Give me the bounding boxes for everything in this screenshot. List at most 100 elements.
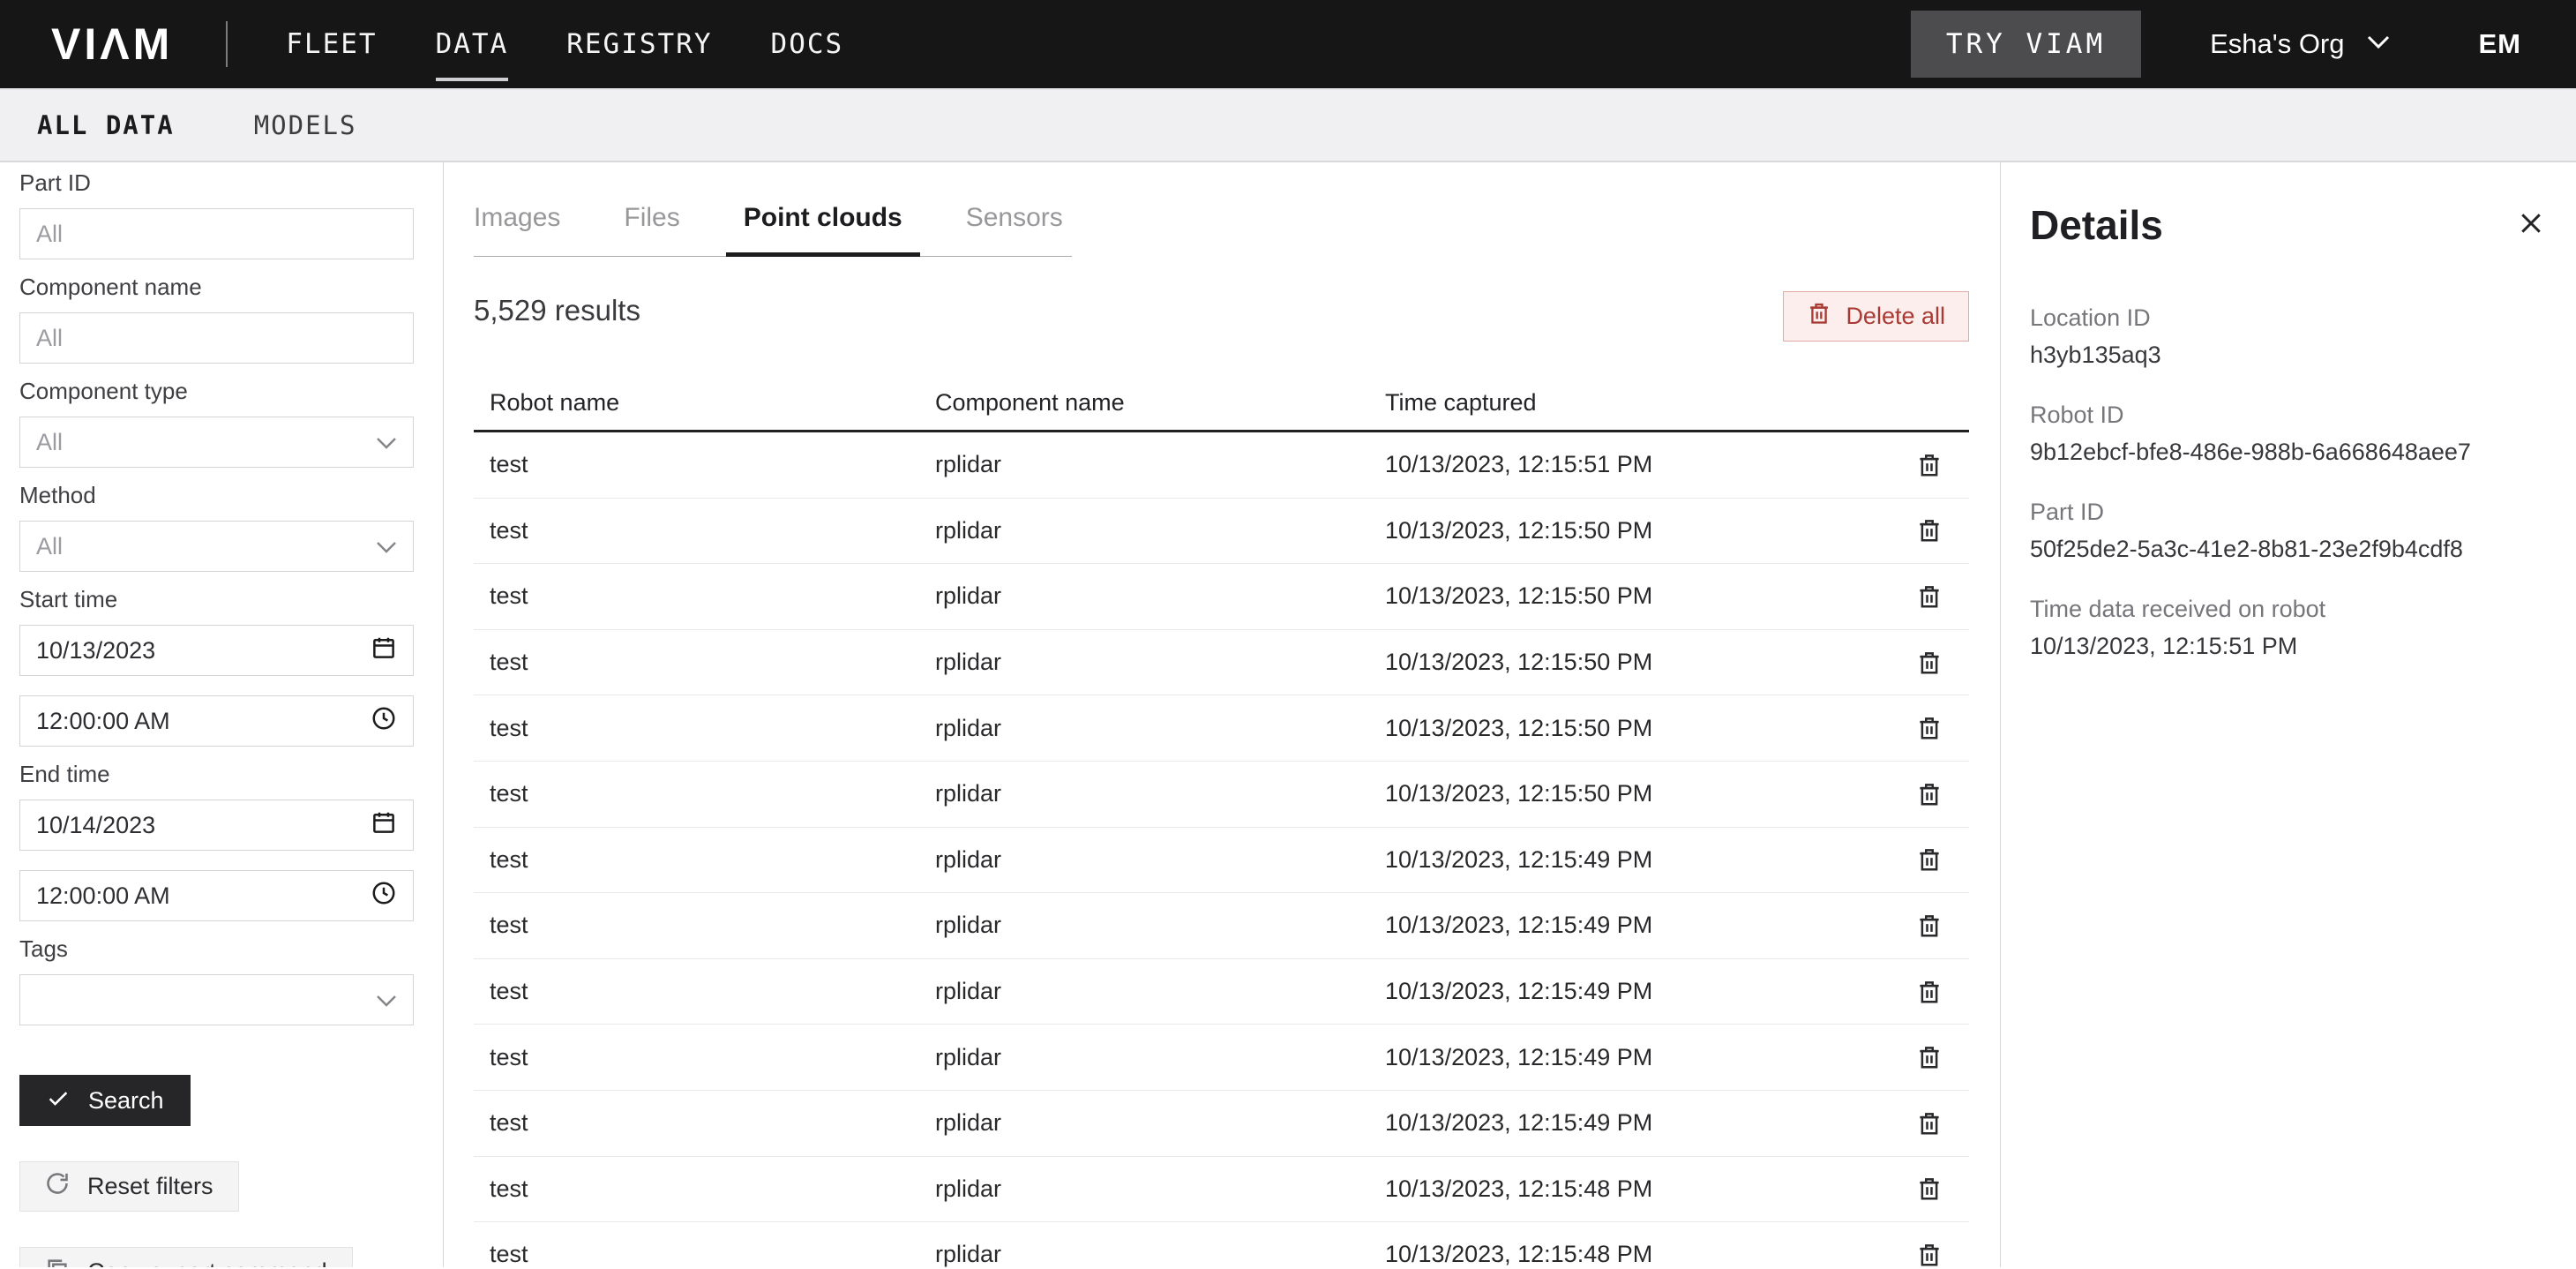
- table-row[interactable]: test rplidar 10/13/2023, 12:15:48 PM: [474, 1222, 1969, 1267]
- component-type-select[interactable]: All: [19, 417, 414, 468]
- method-select[interactable]: All: [19, 521, 414, 572]
- cell-robot-name: test: [474, 1241, 919, 1267]
- subtab-all-data[interactable]: ALL DATA: [37, 110, 175, 140]
- nav-link-docs[interactable]: DOCS: [771, 28, 844, 60]
- trash-icon[interactable]: [1916, 1175, 1943, 1202]
- trash-icon[interactable]: [1916, 452, 1943, 478]
- trash-icon[interactable]: [1916, 846, 1943, 873]
- table-header: Robot name Component name Time captured: [474, 389, 1969, 432]
- table-row[interactable]: test rplidar 10/13/2023, 12:15:50 PM: [474, 564, 1969, 630]
- table-row[interactable]: test rplidar 10/13/2023, 12:15:49 PM: [474, 828, 1969, 894]
- clock-icon[interactable]: [371, 705, 397, 738]
- cell-component-name: rplidar: [919, 649, 1369, 676]
- start-time-label: Start time: [19, 586, 414, 613]
- table-row[interactable]: test rplidar 10/13/2023, 12:15:49 PM: [474, 893, 1969, 959]
- cell-time-captured: 10/13/2023, 12:15:51 PM: [1369, 451, 1819, 478]
- nav-links: FLEET DATA REGISTRY DOCS: [286, 28, 843, 60]
- trash-icon[interactable]: [1916, 1044, 1943, 1070]
- nav-link-data[interactable]: DATA: [436, 28, 509, 60]
- cell-robot-name: test: [474, 780, 919, 807]
- trash-icon[interactable]: [1916, 781, 1943, 807]
- delete-all-button[interactable]: Delete all: [1783, 291, 1969, 342]
- user-avatar-initials[interactable]: EM: [2479, 28, 2522, 60]
- trash-icon[interactable]: [1916, 1242, 1943, 1267]
- tab-files[interactable]: Files: [624, 203, 679, 256]
- trash-icon[interactable]: [1916, 979, 1943, 1005]
- table-body: test rplidar 10/13/2023, 12:15:51 PM tes…: [474, 432, 1969, 1267]
- cell-time-captured: 10/13/2023, 12:15:49 PM: [1369, 1044, 1819, 1071]
- search-button[interactable]: Search: [19, 1075, 191, 1126]
- trash-icon[interactable]: [1916, 1110, 1943, 1137]
- end-time-label: End time: [19, 761, 414, 788]
- nav-link-registry[interactable]: REGISTRY: [566, 28, 712, 60]
- calendar-icon[interactable]: [371, 809, 397, 842]
- reset-filters-button[interactable]: Reset filters: [19, 1161, 239, 1212]
- calendar-icon[interactable]: [371, 634, 397, 667]
- close-icon[interactable]: [2516, 208, 2546, 238]
- end-time-input[interactable]: 12:00:00 AM: [19, 870, 414, 921]
- delete-all-label: Delete all: [1846, 303, 1945, 330]
- robot-id-value: 9b12ebcf-bfe8-486e-988b-6a668648aee7: [2030, 438, 2576, 466]
- part-id-input[interactable]: [19, 208, 414, 259]
- copy-export-command-label: Copy export command: [87, 1258, 327, 1267]
- table-row[interactable]: test rplidar 10/13/2023, 12:15:49 PM: [474, 1091, 1969, 1157]
- subtab-models[interactable]: MODELS: [254, 110, 357, 140]
- cell-robot-name: test: [474, 517, 919, 544]
- tab-images[interactable]: Images: [474, 203, 560, 256]
- try-viam-button[interactable]: TRY VIAM: [1911, 11, 2141, 78]
- component-type-label: Component type: [19, 378, 414, 405]
- cell-component-name: rplidar: [919, 912, 1369, 939]
- nav-link-fleet[interactable]: FLEET: [286, 28, 377, 60]
- data-type-tabs: Images Files Point clouds Sensors: [474, 203, 1072, 257]
- component-name-input[interactable]: [19, 312, 414, 364]
- method-label: Method: [19, 482, 414, 509]
- cell-time-captured: 10/13/2023, 12:15:50 PM: [1369, 649, 1819, 676]
- trash-icon[interactable]: [1916, 715, 1943, 741]
- top-nav: VIΛM FLEET DATA REGISTRY DOCS TRY VIAM E…: [0, 0, 2576, 88]
- tags-label: Tags: [19, 935, 414, 963]
- org-name: Esha's Org: [2210, 28, 2344, 60]
- clock-icon[interactable]: [371, 880, 397, 912]
- table-row[interactable]: test rplidar 10/13/2023, 12:15:51 PM: [474, 432, 1969, 499]
- table-row[interactable]: test rplidar 10/13/2023, 12:15:49 PM: [474, 1025, 1969, 1091]
- table-row[interactable]: test rplidar 10/13/2023, 12:15:49 PM: [474, 959, 1969, 1025]
- tags-select[interactable]: [19, 974, 414, 1025]
- table-row[interactable]: test rplidar 10/13/2023, 12:15:50 PM: [474, 630, 1969, 696]
- copy-export-command-button[interactable]: Copy export command: [19, 1247, 353, 1267]
- trash-icon[interactable]: [1916, 517, 1943, 544]
- part-id-detail-value: 50f25de2-5a3c-41e2-8b81-23e2f9b4cdf8: [2030, 535, 2576, 563]
- table-row[interactable]: test rplidar 10/13/2023, 12:15:50 PM: [474, 695, 1969, 762]
- cell-robot-name: test: [474, 715, 919, 742]
- table-row[interactable]: test rplidar 10/13/2023, 12:15:50 PM: [474, 499, 1969, 565]
- cell-component-name: rplidar: [919, 715, 1369, 742]
- cell-component-name: rplidar: [919, 1175, 1369, 1203]
- trash-icon[interactable]: [1916, 912, 1943, 939]
- end-date-input[interactable]: 10/14/2023: [19, 800, 414, 851]
- cell-robot-name: test: [474, 582, 919, 610]
- cell-robot-name: test: [474, 978, 919, 1005]
- cell-component-name: rplidar: [919, 451, 1369, 478]
- data-main-panel: Images Files Point clouds Sensors 5,529 …: [444, 162, 2000, 1267]
- sub-nav: ALL DATA MODELS: [0, 88, 2576, 162]
- start-time-input[interactable]: 12:00:00 AM: [19, 695, 414, 747]
- trash-icon[interactable]: [1916, 650, 1943, 676]
- end-time-value: 12:00:00 AM: [36, 882, 170, 910]
- chevron-down-icon: [2366, 34, 2391, 55]
- start-date-input[interactable]: 10/13/2023: [19, 625, 414, 676]
- results-count: 5,529 results: [474, 294, 2000, 327]
- table-row[interactable]: test rplidar 10/13/2023, 12:15:50 PM: [474, 762, 1969, 828]
- cell-time-captured: 10/13/2023, 12:15:50 PM: [1369, 582, 1819, 610]
- table-row[interactable]: test rplidar 10/13/2023, 12:15:48 PM: [474, 1157, 1969, 1223]
- cell-robot-name: test: [474, 451, 919, 478]
- component-name-label: Component name: [19, 274, 414, 301]
- tab-point-clouds[interactable]: Point clouds: [744, 203, 902, 256]
- cell-component-name: rplidar: [919, 978, 1369, 1005]
- org-switcher[interactable]: Esha's Org: [2210, 28, 2390, 60]
- trash-icon[interactable]: [1916, 583, 1943, 610]
- tab-sensors[interactable]: Sensors: [966, 203, 1063, 256]
- viam-logo[interactable]: VIΛM: [51, 19, 173, 70]
- header-time-captured: Time captured: [1369, 389, 1819, 430]
- time-received-value: 10/13/2023, 12:15:51 PM: [2030, 632, 2576, 660]
- cell-robot-name: test: [474, 1175, 919, 1203]
- cell-time-captured: 10/13/2023, 12:15:50 PM: [1369, 517, 1819, 544]
